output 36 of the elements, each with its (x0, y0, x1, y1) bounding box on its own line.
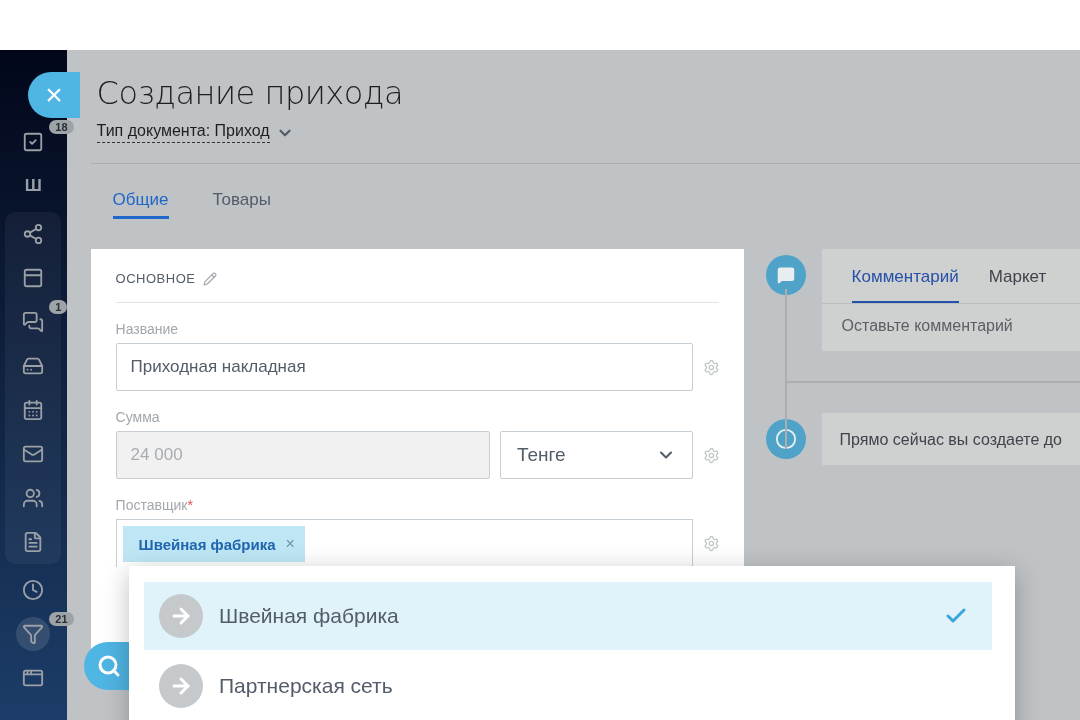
info-text: Прямо сейчас вы создаете до (838, 430, 1063, 450)
nodes-icon[interactable] (22, 223, 45, 245)
chat-icon[interactable] (22, 311, 45, 333)
section-title: ОСНОВНОЕ (115, 271, 196, 286)
dropdown-item[interactable]: Партнерская сеть (144, 652, 992, 720)
drive-icon[interactable] (22, 355, 45, 377)
calendar-icon[interactable] (22, 399, 45, 421)
field-label: Сумма (115, 409, 161, 425)
field-label: Название (115, 321, 180, 337)
tab[interactable]: Маркет (988, 249, 1047, 303)
field-label: Поставщик* (115, 497, 194, 513)
count-badge: 18 (49, 120, 74, 134)
funnel-icon[interactable] (22, 623, 45, 645)
selected-tag[interactable]: Швейная фабрика × (122, 526, 305, 562)
users-icon[interactable] (22, 487, 45, 509)
window-icon[interactable] (22, 267, 45, 289)
document-type-selector[interactable]: Тип документа: Приход (96, 122, 270, 143)
checklist-icon[interactable] (22, 131, 45, 153)
comment-placeholder[interactable]: Оставьте комментарий (821, 304, 1080, 351)
text-field[interactable]: Приходная накладная (115, 343, 693, 391)
tab[interactable]: Общие (112, 190, 169, 219)
sidebar-glyph[interactable]: Ш (24, 176, 42, 196)
sidebar-item-highlight[interactable] (16, 617, 51, 651)
comment-icon (765, 255, 806, 295)
tab[interactable]: Комментарий (851, 249, 959, 303)
page-title: Создание прихода (96, 74, 405, 112)
dropdown-item[interactable]: Швейная фабрика (144, 582, 992, 650)
mail-icon[interactable] (22, 443, 45, 465)
search-button[interactable] (84, 642, 130, 690)
tab[interactable]: Товары (212, 190, 271, 219)
search-icon[interactable] (97, 654, 121, 678)
window-icon[interactable] (22, 667, 45, 689)
count-badge: 1 (49, 300, 68, 314)
count-badge: 21 (49, 612, 74, 626)
sidebar-item[interactable]: Ш (16, 169, 51, 203)
clock-icon[interactable] (22, 579, 45, 601)
